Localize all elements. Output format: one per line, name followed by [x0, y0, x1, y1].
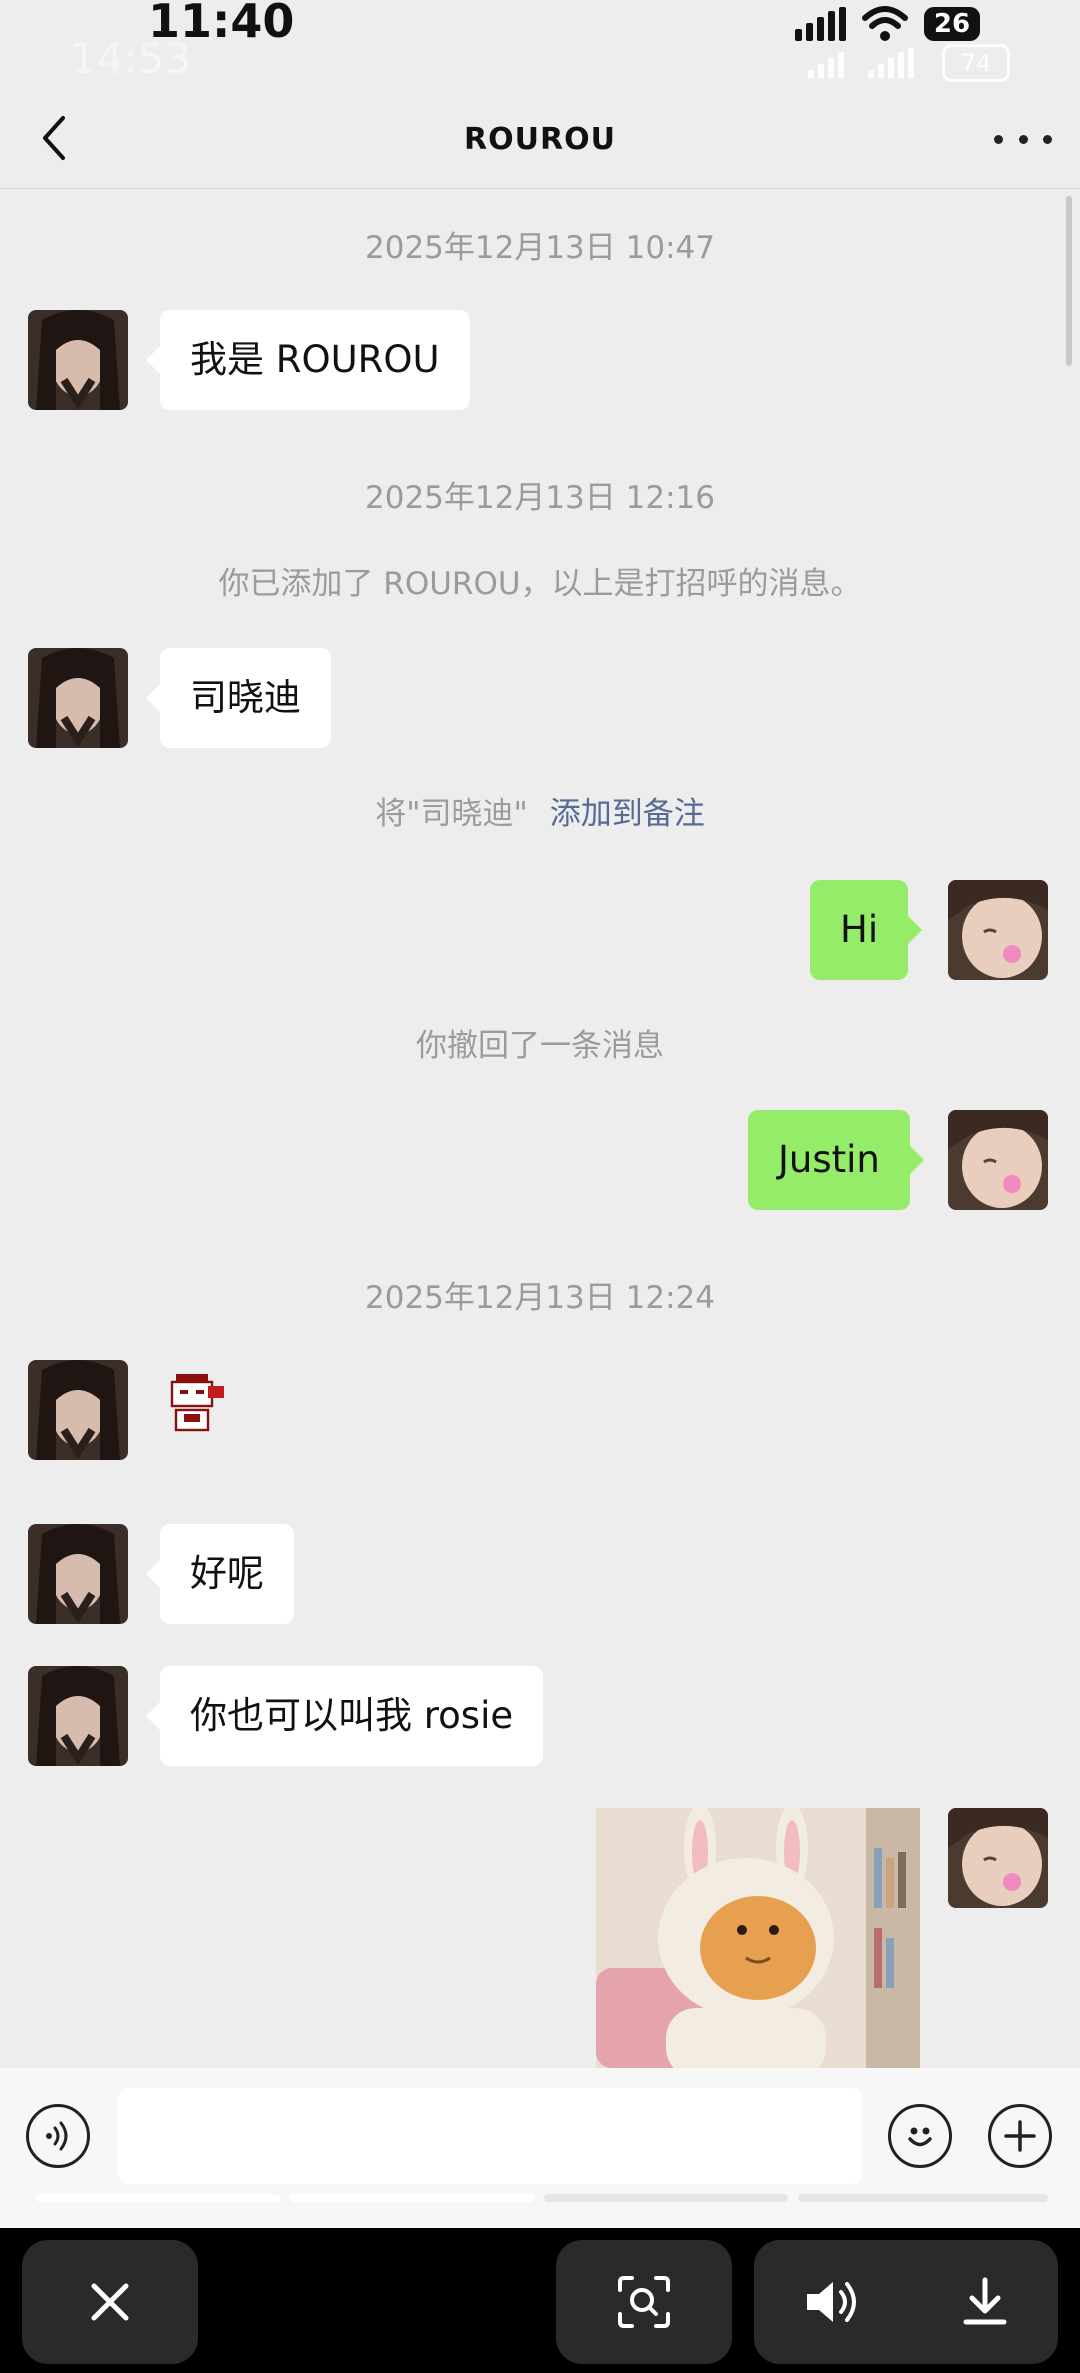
add-remark-link[interactable]: 添加到备注	[550, 796, 705, 832]
bunny-character-image	[596, 1808, 920, 2068]
contact-avatar[interactable]	[28, 1360, 128, 1460]
more-functions-button[interactable]	[988, 2104, 1052, 2168]
timestamp: 2025年12月13日 10:47	[365, 230, 715, 266]
remark-hint-text: 将"司晓迪"	[375, 796, 528, 832]
download-icon[interactable]	[960, 2276, 1010, 2328]
viewer-toolbar	[0, 2228, 1080, 2373]
sticker-message[interactable]	[160, 1366, 232, 1438]
status-icons: 26	[795, 2, 980, 46]
cellular-signal-icon	[795, 7, 846, 41]
contact-avatar[interactable]	[28, 648, 128, 748]
emoji-button[interactable]	[888, 2104, 952, 2168]
speaker-icon[interactable]	[803, 2276, 863, 2328]
status-time: 11:40	[148, 0, 295, 48]
plus-icon	[1004, 2120, 1036, 2152]
message-bubble-outgoing[interactable]: Hi	[810, 880, 923, 980]
contact-avatar[interactable]	[28, 310, 128, 410]
message-bubble-incoming[interactable]: 你也可以叫我 rosie	[145, 1666, 544, 1766]
pixel-sticker-icon	[170, 1374, 224, 1432]
system-notice-added: 你已添加了 ROUROU，以上是打招呼的消息。	[218, 566, 862, 602]
battery-indicator: 26	[924, 7, 980, 41]
contact-avatar[interactable]	[28, 1666, 128, 1766]
ghost-signal2-icon	[868, 48, 914, 78]
viewer-progress-bar	[36, 2194, 1048, 2202]
timestamp: 2025年12月13日 12:24	[365, 1280, 715, 1316]
chat-header: ROUROU	[0, 80, 1080, 189]
voice-icon	[46, 2121, 68, 2151]
ghost-battery: 74	[942, 44, 1010, 82]
remark-hint: 将"司晓迪" 添加到备注	[0, 788, 1080, 833]
message-bubble-incoming[interactable]: 好呢	[146, 1524, 294, 1624]
scan-search-icon	[618, 2276, 670, 2328]
my-avatar[interactable]	[948, 1808, 1048, 1908]
system-notice-recalled: 你撤回了一条消息	[416, 1028, 664, 1064]
ghost-signal-icon	[808, 52, 844, 78]
emoji-icon	[908, 2127, 932, 2147]
chat-input-bar	[0, 2068, 1080, 2228]
ghost-status-icons: 74	[808, 44, 1010, 82]
message-bubble-incoming[interactable]: 司晓迪	[146, 648, 331, 748]
close-icon	[91, 2283, 129, 2321]
timestamp: 2025年12月13日 12:16	[365, 480, 715, 516]
contact-avatar[interactable]	[28, 1524, 128, 1624]
more-options-button[interactable]	[994, 124, 1052, 154]
image-message[interactable]	[596, 1808, 920, 2068]
message-input-field[interactable]	[118, 2088, 862, 2184]
message-bubble-outgoing[interactable]: Justin	[748, 1110, 924, 1210]
my-avatar[interactable]	[948, 1110, 1048, 1210]
close-button[interactable]	[22, 2240, 198, 2364]
wifi-icon	[862, 6, 908, 41]
chat-title: ROUROU	[464, 122, 616, 157]
voice-input-button[interactable]	[26, 2104, 90, 2168]
more-dots-icon	[994, 134, 1003, 144]
my-avatar[interactable]	[948, 880, 1048, 980]
scan-search-button[interactable]	[556, 2240, 732, 2364]
message-bubble-incoming[interactable]: 我是 ROUROU	[146, 310, 470, 410]
media-actions	[754, 2240, 1058, 2364]
